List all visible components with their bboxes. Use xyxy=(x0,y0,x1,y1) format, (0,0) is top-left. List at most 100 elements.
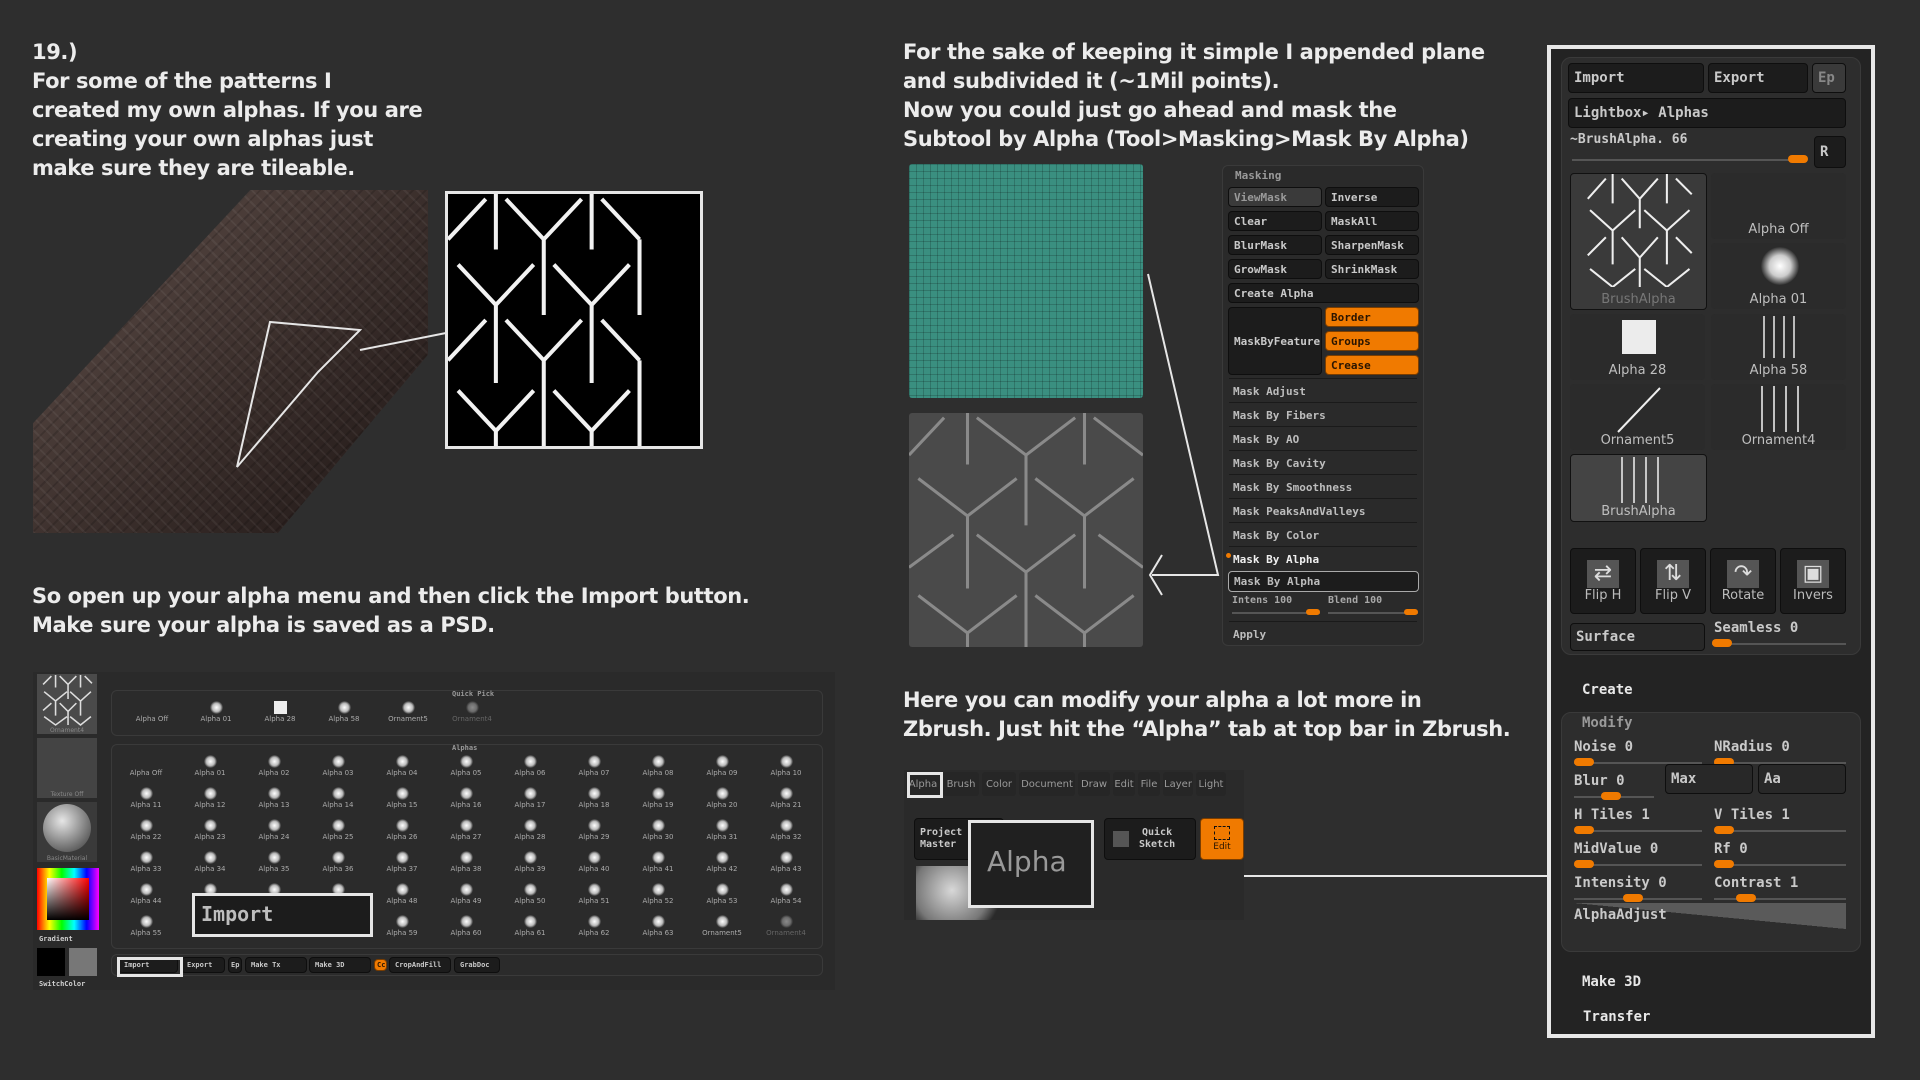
alpha-58-thumb[interactable]: Alpha 58 xyxy=(1711,314,1846,380)
alpha-grid-item[interactable]: Alpha 61 xyxy=(498,913,562,944)
sharpenmask-button[interactable]: SharpenMask xyxy=(1325,235,1419,255)
mask-adjust-section[interactable]: Mask Adjust xyxy=(1229,378,1417,403)
menu-layer[interactable]: Layer xyxy=(1163,772,1193,796)
alpha-grid-item[interactable]: Alpha 07 xyxy=(562,753,626,784)
cc-toggle[interactable]: Cc xyxy=(374,959,387,971)
alpha-grid-item[interactable]: Alpha 35 xyxy=(242,849,306,880)
make-3d-button[interactable]: Make 3D xyxy=(309,957,371,973)
mask-by-smoothness-section[interactable]: Mask By Smoothness xyxy=(1229,474,1417,499)
crease-toggle[interactable]: Crease xyxy=(1325,355,1419,375)
alpha-grid-item[interactable]: Alpha 22 xyxy=(114,817,178,848)
alpha-grid-item[interactable]: Alpha 02 xyxy=(242,753,306,784)
alpha-grid-item[interactable]: Alpha 42 xyxy=(690,849,754,880)
alpha-grid-item[interactable]: Alpha 31 xyxy=(690,817,754,848)
seamless-slider-knob[interactable] xyxy=(1712,639,1732,647)
alpha-grid-item[interactable]: Alpha 55 xyxy=(114,913,178,944)
intens-slider-knob[interactable] xyxy=(1306,609,1320,615)
color-picker[interactable] xyxy=(37,868,99,930)
current-alpha-swatch[interactable]: Ornament4 xyxy=(37,674,97,734)
alpha-grid-item[interactable]: Alpha 26 xyxy=(370,817,434,848)
create-alpha-button[interactable]: Create Alpha xyxy=(1228,283,1419,303)
alpha-grid-item[interactable]: Alpha 13 xyxy=(242,785,306,816)
flip-v-button[interactable]: ⇅ Flip V xyxy=(1640,548,1706,614)
slider-knob[interactable] xyxy=(1574,826,1594,834)
menu-document[interactable]: Document xyxy=(1019,772,1075,796)
mask-by-alpha-section[interactable]: Mask By Alpha xyxy=(1229,546,1417,571)
border-toggle[interactable]: Border xyxy=(1325,307,1419,327)
quick-pick-item[interactable]: Ornament5 xyxy=(376,699,440,730)
blend-slider-knob[interactable] xyxy=(1404,609,1418,615)
alpha-grid-item[interactable]: Alpha 44 xyxy=(114,881,178,912)
alpha-grid-item[interactable]: Alpha 01 xyxy=(178,753,242,784)
alpha-grid-item[interactable]: Alpha 41 xyxy=(626,849,690,880)
menu-edit[interactable]: Edit xyxy=(1113,772,1135,796)
main-color-swatch[interactable] xyxy=(37,948,65,976)
create-section-header[interactable]: Create xyxy=(1582,682,1633,698)
brush-alpha-thumb[interactable]: BrushAlpha xyxy=(1570,173,1707,310)
alpha-grid-item[interactable]: Alpha 11 xyxy=(114,785,178,816)
alpha-grid-item[interactable]: Alpha 37 xyxy=(370,849,434,880)
slider-knob[interactable] xyxy=(1736,894,1757,902)
mask-by-color-section[interactable]: Mask By Color xyxy=(1229,522,1417,547)
blurmask-button[interactable]: BlurMask xyxy=(1228,235,1322,255)
alpha-grid-item[interactable]: Alpha 51 xyxy=(562,881,626,912)
alpha-grid-item[interactable]: Alpha 05 xyxy=(434,753,498,784)
switch-color-button[interactable]: SwitchColor xyxy=(39,980,85,988)
mask-peaks-valleys-section[interactable]: Mask PeaksAndValleys xyxy=(1229,498,1417,523)
max-button[interactable]: Max xyxy=(1665,764,1753,794)
crop-and-fill-button[interactable]: CropAndFill xyxy=(389,957,451,973)
alpha-grid-item[interactable]: Alpha 38 xyxy=(434,849,498,880)
menu-brush[interactable]: Brush xyxy=(943,772,979,796)
alpha-grid-item[interactable]: Alpha 33 xyxy=(114,849,178,880)
texture-swatch[interactable]: Texture Off xyxy=(37,738,97,798)
grabdoc-button[interactable]: GrabDoc xyxy=(454,957,500,973)
quick-pick-item[interactable]: Alpha 28 xyxy=(248,699,312,730)
alpha-grid-item[interactable]: Alpha 48 xyxy=(370,881,434,912)
edit-button[interactable]: Edit xyxy=(1200,818,1244,860)
clear-button[interactable]: Clear xyxy=(1228,211,1322,231)
menu-file[interactable]: File xyxy=(1138,772,1160,796)
rotate-button[interactable]: ↷ Rotate xyxy=(1710,548,1776,614)
slider-knob[interactable] xyxy=(1601,792,1621,800)
mask-by-feature-button[interactable]: MaskByFeature xyxy=(1228,307,1322,375)
mask-by-alpha-button[interactable]: Mask By Alpha xyxy=(1228,571,1419,592)
alpha-grid-item[interactable]: Alpha 50 xyxy=(498,881,562,912)
alpha-grid-item[interactable]: Alpha 52 xyxy=(626,881,690,912)
apply-button[interactable]: Apply xyxy=(1229,621,1417,646)
ornament5-thumb[interactable]: Ornament5 xyxy=(1570,384,1705,450)
alpha-grid-item[interactable]: Alpha 18 xyxy=(562,785,626,816)
slider-knob[interactable] xyxy=(1622,894,1643,902)
invers-button[interactable]: ▣ Invers xyxy=(1780,548,1846,614)
alpha-adjust-curve[interactable]: AlphaAdjust xyxy=(1574,903,1846,929)
alpha-grid-item[interactable]: Alpha 60 xyxy=(434,913,498,944)
alpha-grid-item[interactable]: Alpha 43 xyxy=(754,849,818,880)
alpha-grid-item[interactable]: Alpha 21 xyxy=(754,785,818,816)
mask-by-fibers-section[interactable]: Mask By Fibers xyxy=(1229,402,1417,427)
alpha-grid-item[interactable]: Alpha 10 xyxy=(754,753,818,784)
alpha-grid-item[interactable]: Alpha 25 xyxy=(306,817,370,848)
inverse-button[interactable]: Inverse xyxy=(1325,187,1419,207)
export-button[interactable]: Export xyxy=(181,957,225,973)
quick-pick-item[interactable]: Alpha Off xyxy=(120,699,184,730)
alpha-grid-item[interactable]: Alpha 20 xyxy=(690,785,754,816)
quick-pick-item[interactable]: Alpha 58 xyxy=(312,699,376,730)
export-button[interactable]: Export xyxy=(1708,63,1808,93)
alpha-01-thumb[interactable]: Alpha 01 xyxy=(1711,243,1846,309)
alpha-grid-item[interactable]: Alpha 40 xyxy=(562,849,626,880)
alpha-grid-item[interactable]: Alpha 14 xyxy=(306,785,370,816)
ep-button[interactable]: Ep xyxy=(228,957,242,973)
quick-sketch-button[interactable]: Quick Sketch xyxy=(1104,818,1196,860)
alpha-grid-item[interactable]: Alpha 08 xyxy=(626,753,690,784)
secondary-color-swatch[interactable] xyxy=(69,948,97,976)
growmask-button[interactable]: GrowMask xyxy=(1228,259,1322,279)
mask-by-cavity-section[interactable]: Mask By Cavity xyxy=(1229,450,1417,475)
shrinkmask-button[interactable]: ShrinkMask xyxy=(1325,259,1419,279)
alpha-grid-item[interactable]: Alpha 23 xyxy=(178,817,242,848)
aa-button[interactable]: Aa xyxy=(1758,764,1846,794)
alpha-grid-item[interactable]: Alpha 29 xyxy=(562,817,626,848)
modify-slider[interactable] xyxy=(1714,898,1846,900)
alpha-grid-item[interactable]: Ornament4 xyxy=(754,913,818,944)
alpha-grid-item[interactable]: Alpha 03 xyxy=(306,753,370,784)
flip-h-button[interactable]: ⇄ Flip H xyxy=(1570,548,1636,614)
groups-toggle[interactable]: Groups xyxy=(1325,331,1419,351)
